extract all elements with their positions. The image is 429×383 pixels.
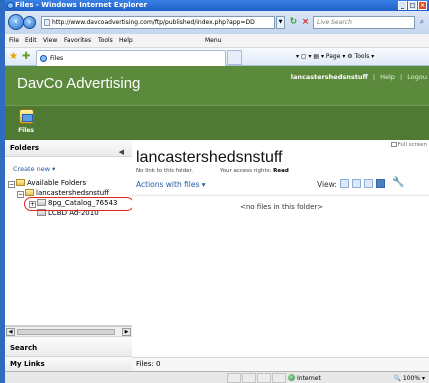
main-content: Full screen lancastershedsnstuff No link…	[132, 140, 429, 371]
url-text: http://www.davcoadvertising.com/ftp/publ…	[52, 19, 255, 26]
zone-label: Internet	[297, 375, 321, 382]
search-section[interactable]: Search	[5, 336, 132, 358]
folders-heading: Folders ◀	[5, 140, 132, 157]
view-label: View:	[317, 180, 337, 189]
zoom-level[interactable]: 🔍 100% ▾	[394, 373, 425, 383]
user-bar: lancastershedsnstuff | Help | Logou	[291, 73, 427, 81]
help-link[interactable]: Help	[380, 73, 395, 81]
menu-tools[interactable]: Tools	[98, 34, 113, 48]
command-bar[interactable]: ▾ ▢ ▾ ▤ ▾ Page ▾ ⚙ Tools ▾	[296, 51, 374, 63]
scroll-left-icon[interactable]: ◀	[6, 328, 15, 336]
security-zone[interactable]: Internet	[288, 373, 321, 383]
status-cell	[242, 373, 256, 383]
menu-help[interactable]: Help	[119, 34, 133, 48]
folder-icon	[25, 189, 34, 196]
search-input[interactable]: Live Search	[313, 16, 415, 29]
menu-view[interactable]: View	[43, 34, 57, 48]
empty-folder-message: <no files in this folder>	[240, 203, 324, 211]
logout-link[interactable]: Logou	[407, 73, 427, 81]
annotation-circle	[24, 197, 134, 211]
zoom-value: 100%	[402, 375, 421, 382]
access-rights: Your access rights: Read	[220, 168, 289, 174]
status-cell	[227, 373, 241, 383]
address-input[interactable]: http://www.davcoadvertising.com/ftp/publ…	[41, 16, 275, 29]
rights-value: Read	[273, 168, 289, 174]
files-count: Files: 0	[132, 357, 429, 371]
horizontal-scrollbar[interactable]: ◀ ▶	[5, 326, 132, 336]
settings-wrench-icon[interactable]: 🔧	[392, 177, 404, 188]
forward-button[interactable]: ›	[23, 16, 36, 29]
rights-label: Your access rights:	[220, 168, 272, 174]
close-button[interactable]: ×	[418, 1, 427, 10]
menu-edit[interactable]: Edit	[25, 34, 37, 48]
tab-label: Files	[50, 55, 64, 62]
folder-tree: Create new ▾ − Available Folders − lancast…	[5, 157, 134, 326]
scroll-right-icon[interactable]: ▶	[122, 328, 131, 336]
view-details-icon[interactable]	[364, 179, 373, 188]
address-toolbar: ‹ › http://www.davcoadvertising.com/ftp/…	[5, 11, 429, 34]
menu-file[interactable]: File	[9, 34, 19, 48]
create-new-button[interactable]: Create new ▾	[13, 165, 55, 173]
window-title: Files - Windows Internet Explorer	[15, 1, 148, 9]
divider	[132, 195, 429, 196]
actions-menu[interactable]: Actions with files ▾	[136, 180, 206, 189]
app-header: DavCo Advertising lancastershedsnstuff |…	[5, 66, 429, 105]
tab-files[interactable]: Files	[36, 50, 226, 66]
files-icon	[18, 109, 34, 124]
folder-icon	[16, 179, 25, 186]
tree-node-label: Available Folders	[27, 179, 87, 187]
username[interactable]: lancastershedsnstuff	[291, 73, 368, 81]
address-dropdown-button[interactable]: ▼	[276, 16, 285, 29]
files-button[interactable]: Files	[11, 108, 41, 140]
tree-node-available-folders[interactable]: − Available Folders	[8, 179, 86, 188]
add-favorites-icon[interactable]: ✚	[22, 51, 30, 63]
collapse-icon[interactable]: −	[8, 181, 15, 188]
internet-globe-icon	[288, 374, 295, 381]
scroll-thumb[interactable]	[17, 329, 115, 335]
menu-bar: File Edit View Favorites Tools Help Menu	[5, 34, 429, 48]
page-icon	[44, 19, 50, 26]
folders-panel: Folders ◀ Create new ▾ − Available Folder…	[5, 140, 134, 371]
separator: |	[400, 73, 403, 81]
separator: |	[372, 73, 376, 81]
files-button-label: Files	[18, 127, 34, 134]
my-links-section[interactable]: My Links	[5, 356, 132, 371]
full-screen-button[interactable]: Full screen	[390, 142, 427, 148]
brand-title: DavCo Advertising	[17, 75, 141, 92]
status-cell	[257, 373, 271, 383]
window-titlebar: Files - Windows Internet Explorer _ □ ×	[5, 0, 429, 11]
favorites-star-icon[interactable]: ★	[9, 51, 18, 63]
folder-title: lancastershedsnstuff	[136, 149, 283, 166]
tab-bar: ★ ✚ Files ▾ ▢ ▾ ▤ ▾ Page ▾ ⚙ Tools ▾	[5, 48, 429, 66]
collapse-icon[interactable]: −	[17, 191, 24, 198]
refresh-icon[interactable]: ↻	[288, 17, 299, 28]
maximize-button[interactable]: □	[408, 1, 417, 10]
new-tab-button[interactable]	[227, 50, 242, 65]
view-icons-icon[interactable]	[376, 179, 385, 188]
status-cell	[272, 373, 286, 383]
menu-favorites[interactable]: Favorites	[64, 34, 91, 48]
menu-extra[interactable]: Menu	[205, 34, 221, 48]
folders-heading-text: Folders	[10, 144, 40, 152]
no-link-text: No link to this folder.	[136, 168, 193, 174]
search-icon[interactable]: ⌕	[416, 16, 428, 29]
full-screen-icon	[390, 142, 397, 147]
minimize-button[interactable]: _	[398, 1, 407, 10]
stop-icon[interactable]: ×	[300, 17, 311, 28]
view-list-icon[interactable]	[352, 179, 361, 188]
status-bar: Internet 🔍 100% ▾	[5, 371, 429, 383]
full-screen-label: Full screen	[397, 142, 427, 148]
tab-page-icon	[40, 55, 47, 62]
ie-logo-icon	[7, 2, 14, 9]
app-toolbar: Files	[5, 105, 429, 140]
back-button[interactable]: ‹	[8, 14, 24, 30]
tree-node-label: lancastershedsnstuff	[36, 189, 109, 197]
view-thumbnails-icon[interactable]	[340, 179, 349, 188]
